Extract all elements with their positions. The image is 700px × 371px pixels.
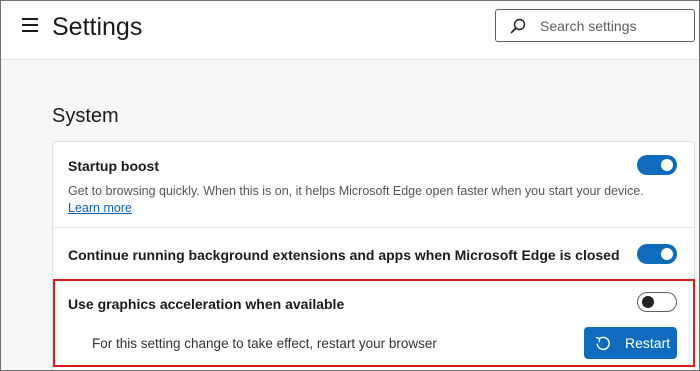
background-extensions-title: Continue running background extensions a… (68, 247, 620, 263)
toggle-knob (661, 248, 673, 260)
startup-boost-title: Startup boost (68, 158, 159, 174)
header-bar: Settings (1, 1, 699, 60)
startup-boost-toggle[interactable] (637, 155, 677, 175)
section-title: System (52, 105, 119, 127)
background-extensions-toggle[interactable] (637, 244, 677, 264)
search-icon (510, 18, 526, 34)
hamburger-menu-icon[interactable] (22, 18, 38, 32)
search-input[interactable] (540, 14, 690, 38)
divider (52, 227, 695, 228)
highlight-annotation (53, 279, 695, 367)
toggle-knob (661, 159, 673, 171)
startup-boost-description: Get to browsing quickly. When this is on… (68, 183, 658, 217)
startup-boost-description-text: Get to browsing quickly. When this is on… (68, 184, 644, 198)
learn-more-link[interactable]: Learn more (68, 201, 132, 215)
page-title: Settings (52, 13, 143, 41)
search-box[interactable] (495, 9, 695, 42)
settings-window: Settings System Startup boost Get to bro… (0, 0, 700, 371)
